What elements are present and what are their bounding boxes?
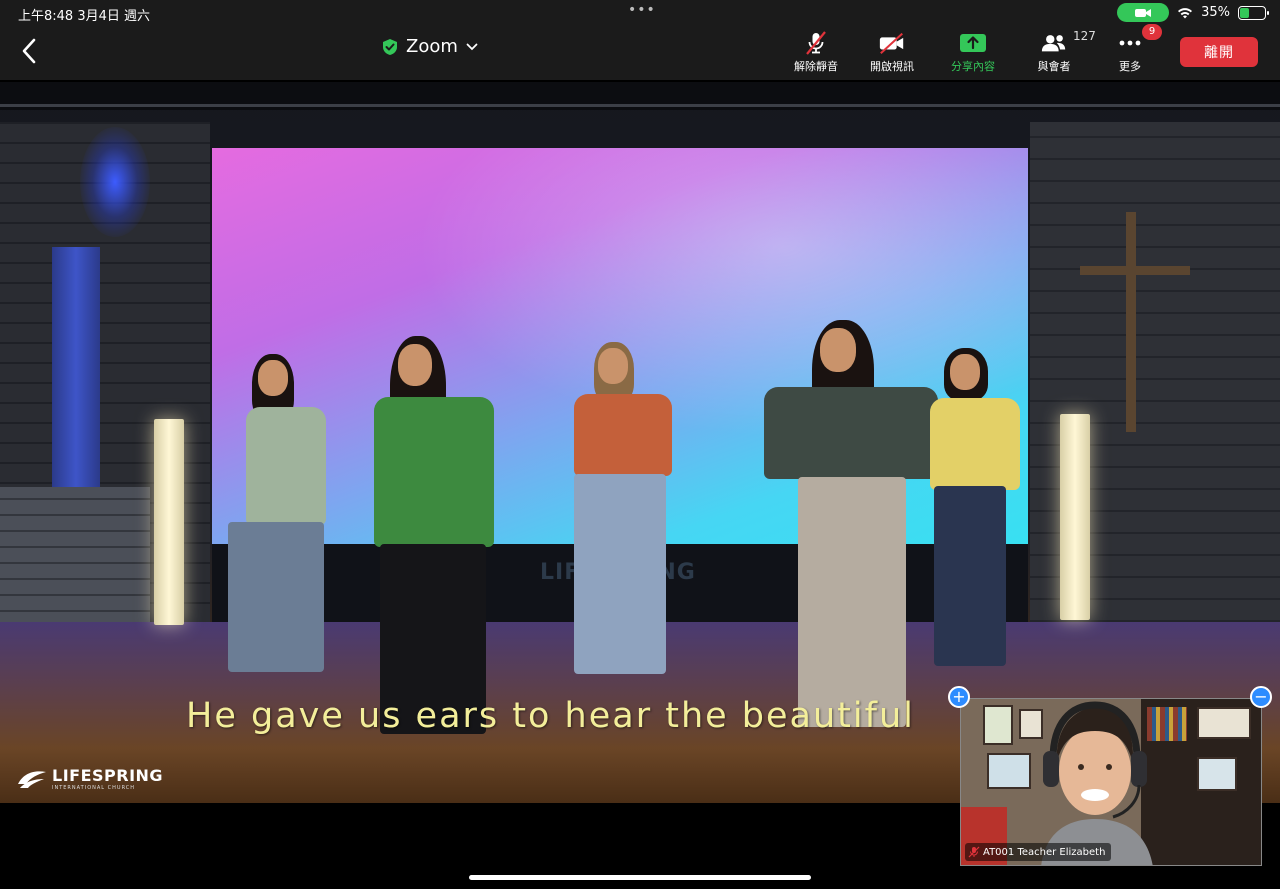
unmute-label: 解除靜音 xyxy=(794,60,838,73)
multitasking-dots[interactable]: ••• xyxy=(628,2,656,18)
start-video-label: 開啟視訊 xyxy=(870,60,914,73)
notification-badge: 9 xyxy=(1142,24,1162,40)
microphone-muted-icon xyxy=(806,31,826,55)
camera-in-use-pill xyxy=(1117,3,1170,22)
meeting-toolbar: Zoom 解除靜音 開啟視訊 分享內容 127 與會者 9 更多 離開 xyxy=(0,24,1280,80)
participants-label: 與會者 xyxy=(1037,60,1071,73)
share-content-button[interactable]: 分享內容 xyxy=(941,30,1005,76)
floor-lamp-right xyxy=(1060,414,1090,620)
wall-photo xyxy=(983,705,1013,745)
meeting-title-dropdown[interactable]: Zoom xyxy=(382,36,478,57)
battery-percent: 35% xyxy=(1201,5,1230,20)
leave-meeting-button[interactable]: 離開 xyxy=(1180,37,1258,67)
chevron-down-icon xyxy=(466,43,478,50)
pip-collapse-button[interactable]: − xyxy=(1250,686,1272,708)
shield-check-icon xyxy=(383,38,397,55)
more-button[interactable]: 9 更多 xyxy=(1098,24,1162,76)
self-view-thumbnail[interactable]: AT001 Teacher Elizabeth xyxy=(960,698,1262,866)
more-label: 更多 xyxy=(1119,60,1141,73)
stone-ledge xyxy=(0,487,150,642)
lyrics-caption: He gave us ears to hear the beautiful xyxy=(186,696,915,736)
wifi-icon xyxy=(1178,7,1193,18)
blue-stage-light xyxy=(80,127,150,237)
status-time-date: 上午8:48 3月4日 週六 xyxy=(18,9,150,24)
back-button[interactable] xyxy=(12,34,46,68)
microphone-muted-icon xyxy=(968,846,980,858)
share-screen-icon xyxy=(960,34,986,52)
church-logo-subtitle: INTERNATIONAL CHURCH xyxy=(52,785,136,791)
share-content-label: 分享內容 xyxy=(951,60,995,73)
more-dots-icon xyxy=(1119,40,1141,46)
battery-icon xyxy=(1238,5,1269,20)
participant-portrait xyxy=(1041,701,1153,865)
ios-status-bar: 上午8:48 3月4日 週六 ••• 35% xyxy=(0,0,1280,26)
participant-name-tag: AT001 Teacher Elizabeth xyxy=(965,843,1112,861)
chevron-left-icon xyxy=(22,38,36,64)
active-speaker-video[interactable]: LIFESPRING He gave us ears to hear the b… xyxy=(0,82,1280,803)
unmute-button[interactable]: 解除靜音 xyxy=(784,30,848,76)
video-camera-icon xyxy=(1135,8,1152,17)
home-indicator[interactable] xyxy=(469,875,811,880)
status-indicators: 35% xyxy=(1117,3,1269,22)
participants-button[interactable]: 127 與會者 xyxy=(1022,29,1096,76)
floor-lamp-left xyxy=(154,419,184,625)
church-logo-mark xyxy=(18,770,46,788)
church-logo-name: LIFESPRING xyxy=(52,766,164,785)
participants-icon xyxy=(1041,35,1066,52)
wooden-cross xyxy=(1126,212,1136,432)
participant-name: AT001 Teacher Elizabeth xyxy=(983,846,1106,858)
church-logo: LIFESPRING INTERNATIONAL CHURCH xyxy=(16,766,163,791)
start-video-button[interactable]: 開啟視訊 xyxy=(860,30,924,76)
video-camera-off-icon xyxy=(879,32,904,55)
meeting-title: Zoom xyxy=(406,36,458,57)
pip-expand-button[interactable]: + xyxy=(948,686,970,708)
battery-level-fill xyxy=(1240,7,1250,18)
participant-count: 127 xyxy=(1073,29,1096,43)
